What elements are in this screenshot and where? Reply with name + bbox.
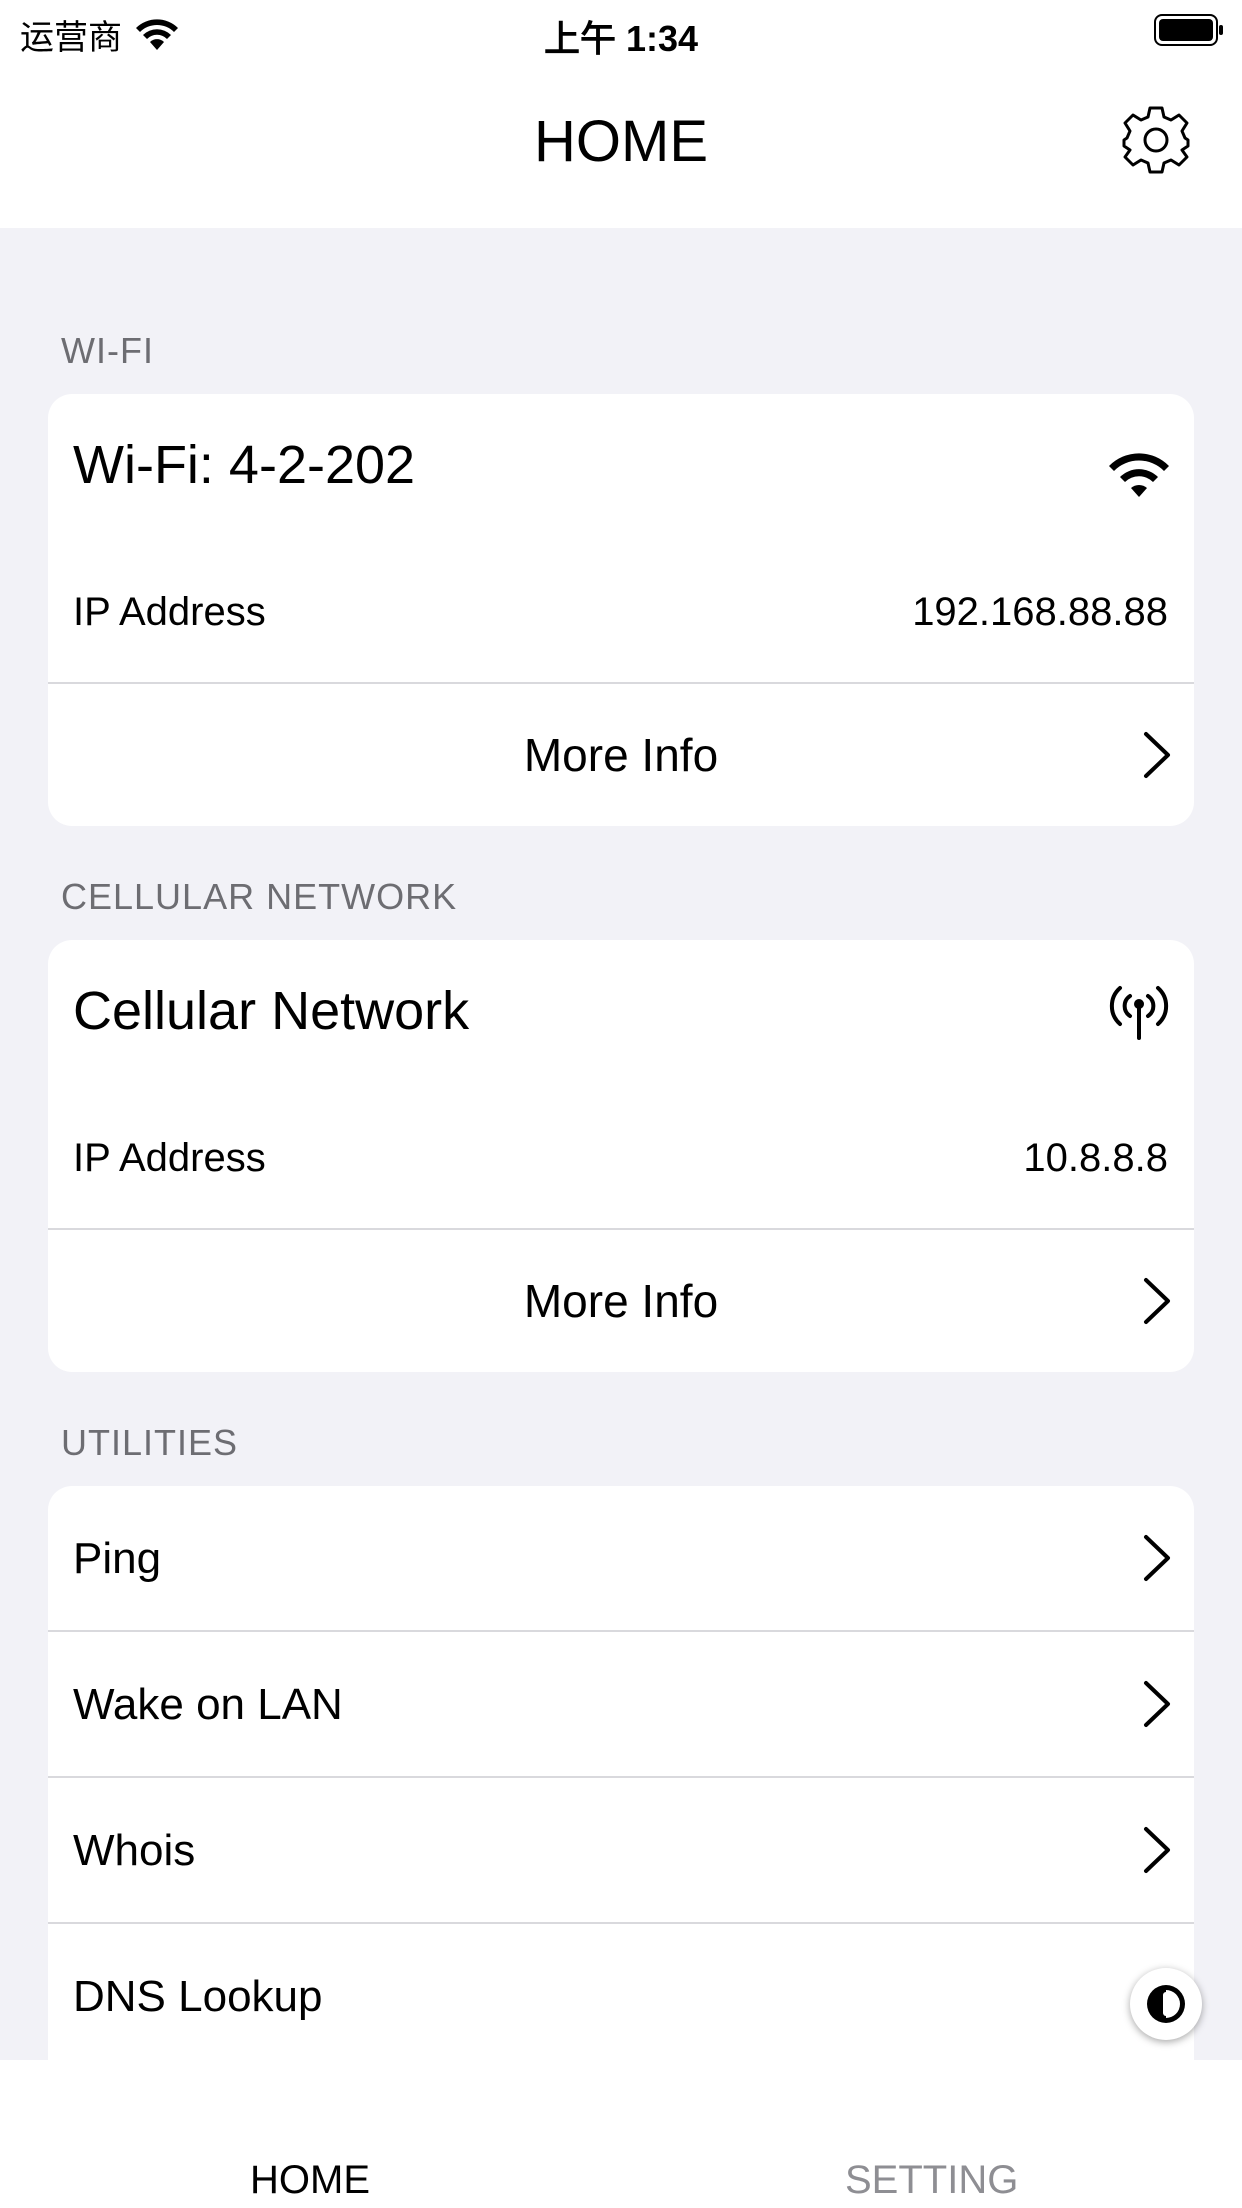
status-time: 上午 1:34 bbox=[543, 18, 699, 59]
wifi-card: Wi-Fi: 4-2-202 IP Address 192.168.88.88 … bbox=[48, 394, 1194, 826]
chevron-right-icon bbox=[1144, 1278, 1170, 1324]
cellular-card: Cellular Network IP Address 10.8.8.8 Mor… bbox=[48, 940, 1194, 1372]
utility-item-label: Wake on LAN bbox=[73, 1680, 343, 1729]
chevron-right-icon bbox=[1144, 1535, 1170, 1581]
utility-item-label: Whois bbox=[73, 1826, 196, 1875]
assistive-touch-icon bbox=[1147, 1985, 1185, 2023]
chevron-right-icon bbox=[1144, 732, 1170, 778]
wifi-icon bbox=[1109, 453, 1169, 497]
wifi-title: Wi-Fi: 4-2-202 bbox=[73, 435, 416, 495]
cellular-more-info-label: More Info bbox=[523, 1275, 719, 1327]
cellular-title: Cellular Network bbox=[73, 981, 470, 1041]
page-title: HOME bbox=[534, 109, 708, 174]
wifi-more-info-button[interactable]: More Info bbox=[48, 684, 1194, 826]
utility-item-whois[interactable]: Whois bbox=[48, 1778, 1194, 1922]
cellular-ip-value: 10.8.8.8 bbox=[1023, 1136, 1168, 1180]
utility-item-wake-on-lan[interactable]: Wake on LAN bbox=[48, 1632, 1194, 1776]
utility-item-label: Ping bbox=[73, 1534, 162, 1583]
cellular-more-info-button[interactable]: More Info bbox=[48, 1230, 1194, 1372]
chevron-right-icon bbox=[1144, 1827, 1170, 1873]
wifi-more-info-label: More Info bbox=[523, 729, 719, 781]
cellular-section-header: CELLULAR NETWORK bbox=[61, 876, 458, 917]
cellular-ip-label: IP Address bbox=[73, 1136, 266, 1180]
wifi-info-row: Wi-Fi: 4-2-202 IP Address 192.168.88.88 bbox=[48, 394, 1194, 682]
cellular-antenna-icon bbox=[1109, 986, 1169, 1040]
tab-setting[interactable]: SETTING bbox=[845, 2158, 1018, 2203]
wifi-section-header: WI-FI bbox=[61, 330, 154, 371]
utility-item-dns-lookup[interactable]: DNS Lookup bbox=[48, 1924, 1194, 2060]
tab-home[interactable]: HOME bbox=[250, 2158, 370, 2203]
battery-icon bbox=[1154, 14, 1223, 46]
floating-assistive-button[interactable] bbox=[1130, 1968, 1202, 2040]
cellular-info-row: Cellular Network IP Address 10.8.8.8 bbox=[48, 940, 1194, 1228]
tab-bar: HOME SETTING bbox=[0, 2060, 1242, 2208]
wifi-ip-value: 192.168.88.88 bbox=[912, 590, 1168, 634]
status-bar: 运营商 上午 1:34 bbox=[0, 0, 1242, 64]
navigation-bar: HOME bbox=[0, 64, 1242, 228]
utilities-section-header: UTILITIES bbox=[61, 1422, 239, 1463]
utility-item-ping[interactable]: Ping bbox=[48, 1486, 1194, 1630]
wifi-ip-label: IP Address bbox=[73, 590, 266, 634]
utilities-card: Ping Wake on LAN Whois DNS Lookup bbox=[48, 1486, 1194, 2060]
settings-gear-icon[interactable] bbox=[1120, 104, 1192, 176]
utility-item-label: DNS Lookup bbox=[73, 1972, 323, 2021]
chevron-right-icon bbox=[1144, 1681, 1170, 1727]
